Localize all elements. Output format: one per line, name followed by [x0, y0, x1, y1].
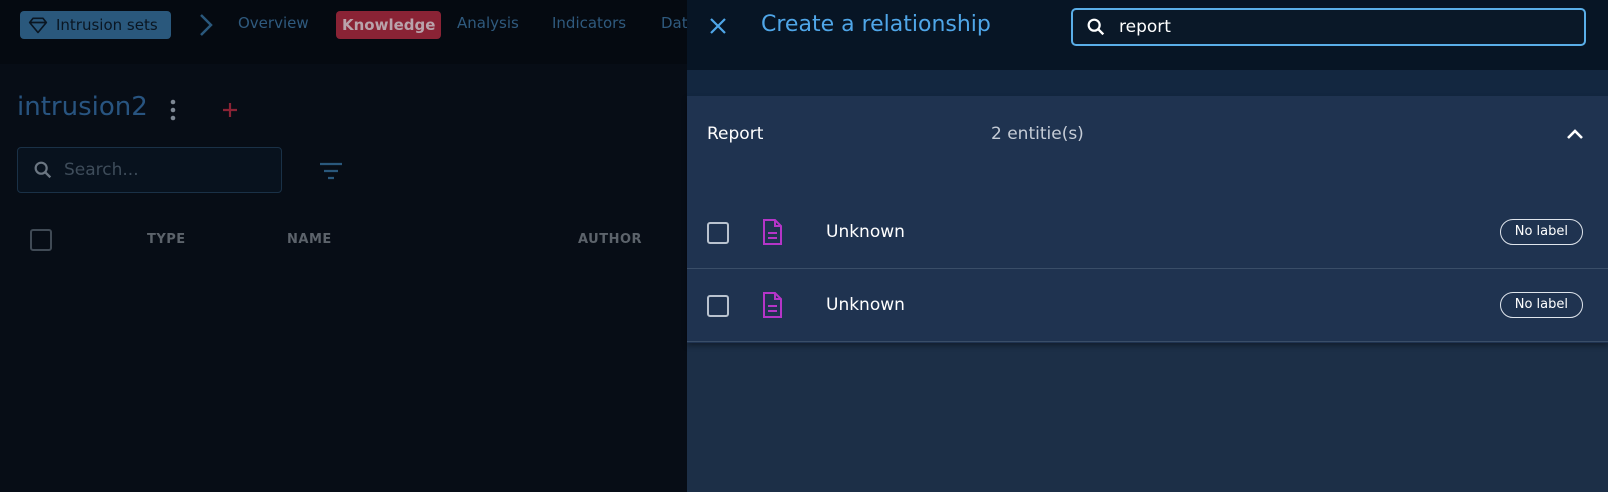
search-icon	[34, 161, 52, 179]
tab-overview[interactable]: Overview	[238, 14, 309, 32]
diamond-icon	[28, 17, 48, 34]
close-icon[interactable]	[707, 15, 729, 37]
entity-group-header[interactable]: Report 2 entitie(s)	[687, 96, 1608, 176]
drawer-header: Create a relationship	[687, 0, 1608, 70]
entity-group-panel: Report 2 entitie(s) Unknown No label Unk…	[687, 96, 1608, 343]
search-input[interactable]	[64, 160, 264, 180]
select-all-checkbox[interactable]	[30, 229, 52, 251]
more-vert-icon[interactable]	[163, 98, 183, 122]
drawer-search-field[interactable]	[1071, 8, 1586, 46]
search-field[interactable]	[17, 147, 282, 193]
plus-icon[interactable]	[218, 98, 242, 122]
item-checkbox[interactable]	[707, 222, 729, 244]
no-label-chip: No label	[1499, 292, 1583, 318]
entity-list-item[interactable]: Unknown No label	[687, 196, 1608, 269]
filter-icon[interactable]	[318, 160, 344, 182]
no-label-chip: No label	[1499, 219, 1583, 245]
breadcrumb-label: Intrusion sets	[56, 16, 158, 34]
entity-title: intrusion2	[17, 92, 148, 122]
chevron-up-icon[interactable]	[1564, 126, 1586, 142]
document-icon	[763, 219, 782, 245]
column-header-name[interactable]: NAME	[287, 232, 332, 247]
document-icon	[763, 292, 782, 318]
item-name: Unknown	[826, 222, 905, 242]
chevron-right-icon	[200, 14, 213, 36]
drawer-search-input[interactable]	[1119, 17, 1559, 37]
entity-group-name: Report	[707, 124, 764, 144]
tab-analysis[interactable]: Analysis	[457, 14, 519, 32]
drawer-title: Create a relationship	[761, 12, 991, 37]
column-header-author[interactable]: AUTHOR	[578, 232, 642, 247]
tab-knowledge[interactable]: Knowledge	[336, 11, 442, 39]
search-icon	[1087, 18, 1105, 36]
breadcrumb-intrusion-sets[interactable]: Intrusion sets	[20, 11, 171, 39]
entity-list-item[interactable]: Unknown No label	[687, 269, 1608, 342]
create-relationship-drawer: Create a relationship Report 2 entitie(s…	[687, 0, 1608, 492]
item-name: Unknown	[826, 295, 905, 315]
item-checkbox[interactable]	[707, 295, 729, 317]
tab-data[interactable]: Dat	[661, 14, 688, 32]
drawer-divider-strip	[687, 70, 1608, 96]
entity-group-count: 2 entitie(s)	[991, 124, 1084, 144]
tab-indicators[interactable]: Indicators	[552, 14, 626, 32]
column-header-type[interactable]: TYPE	[147, 232, 186, 247]
